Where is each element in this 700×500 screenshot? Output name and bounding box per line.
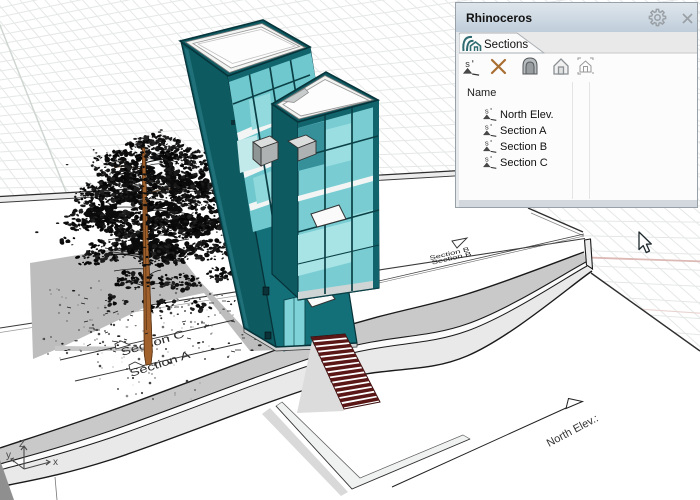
svg-text:y: y bbox=[6, 450, 11, 461]
svg-text:s: s bbox=[485, 139, 489, 148]
svg-text:Section A: Section A bbox=[500, 125, 547, 137]
svg-text:Rhinoceros: Rhinoceros bbox=[466, 11, 532, 25]
svg-text:s: s bbox=[485, 155, 489, 164]
svg-text:Name: Name bbox=[467, 87, 496, 99]
svg-text:Section B: Section B bbox=[500, 141, 547, 153]
svg-text:Z: Z bbox=[19, 439, 25, 450]
svg-text:North Elev.: North Elev. bbox=[500, 109, 554, 121]
svg-text:Section C: Section C bbox=[500, 157, 548, 169]
svg-text:x: x bbox=[53, 457, 58, 468]
svg-text:Sections: Sections bbox=[484, 39, 528, 51]
svg-text:s: s bbox=[485, 123, 489, 132]
svg-text:s: s bbox=[485, 107, 489, 116]
svg-text:s: s bbox=[465, 59, 470, 69]
